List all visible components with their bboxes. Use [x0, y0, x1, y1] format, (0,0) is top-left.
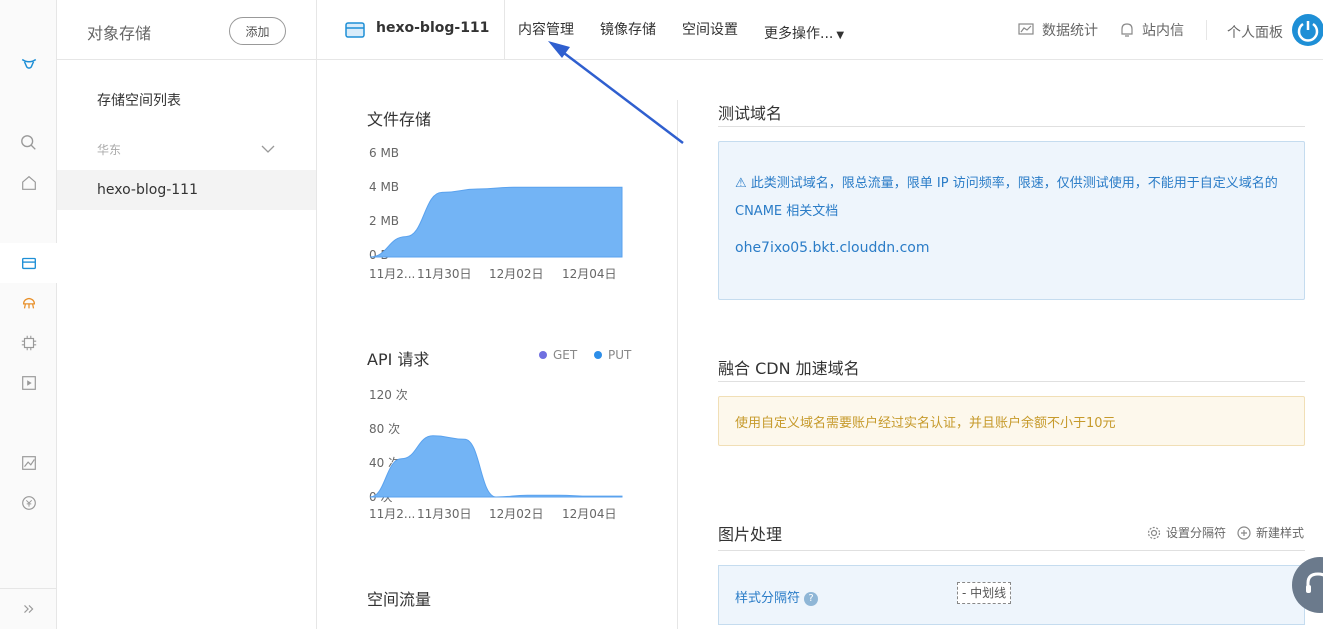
billing-icon[interactable]: [0, 483, 57, 523]
cdn-title: 融合 CDN 加速域名: [718, 359, 860, 378]
top-divider: [1206, 20, 1207, 40]
top-bar: hexo-blog-111 内容管理 镜像存储 空间设置 更多操作... ▼ 数据…: [317, 0, 1323, 60]
set-separator-button[interactable]: 设置分隔符: [1147, 524, 1226, 541]
image-processing-title: 图片处理: [718, 525, 783, 544]
charts-column: 文件存储 6 MB 4 MB 2 MB 0 B 11月2... 11月30日 1…: [317, 60, 677, 629]
storage-x-tick: 12月02日: [489, 267, 544, 281]
cdn-icon[interactable]: [0, 283, 57, 323]
storage-chart: [370, 186, 623, 258]
bucket-list-item[interactable]: hexo-blog-111: [57, 170, 316, 210]
home-icon[interactable]: [0, 163, 57, 203]
stats-link[interactable]: 数据统计: [1018, 20, 1098, 40]
storage-area-series-0: [370, 186, 623, 258]
notice-text: ⚠ 此类测试域名，限总流量，限单 IP 访问频率，限速，仅供测试使用，不能用于自…: [735, 170, 1290, 226]
expand-icon[interactable]: [0, 589, 57, 629]
new-style-label: 新建样式: [1256, 526, 1305, 540]
legend-put[interactable]: PUT: [594, 348, 631, 362]
api-area-series-GET: [370, 435, 623, 498]
chevron-down-icon[interactable]: [261, 142, 275, 156]
icon-rail: [0, 0, 57, 629]
separator-label: 样式分隔符?: [735, 587, 819, 606]
bucket-header: hexo-blog-111: [317, 0, 505, 60]
bell-icon: [1121, 23, 1133, 37]
power-icon: [1297, 21, 1319, 42]
bucket-name: hexo-blog-111: [376, 20, 490, 36]
gear-icon: [1147, 526, 1161, 539]
messages-label: 站内信: [1142, 23, 1184, 39]
api-x-tick: 12月02日: [489, 507, 544, 521]
add-bucket-button[interactable]: 添加: [229, 17, 286, 45]
panel-header: 对象存储 添加: [57, 0, 316, 60]
warning-icon: ⚠: [735, 176, 751, 191]
legend-put-label: PUT: [608, 348, 632, 362]
profile-label: 个人面板: [1227, 25, 1283, 41]
stats-label: 数据统计: [1042, 23, 1098, 39]
legend-get-dot: [539, 351, 547, 359]
api-x-tick: 11月30日: [417, 507, 472, 521]
cdn-warning: 使用自定义域名需要账户经过实名认证，并且账户余额不小于10元: [718, 396, 1305, 446]
legend-get-label: GET: [553, 348, 578, 362]
cdn-warning-text: 使用自定义域名需要账户经过实名认证，并且账户余额不小于10元: [735, 416, 1116, 431]
separator-label-text: 样式分隔符: [735, 591, 801, 606]
search-icon[interactable]: [0, 123, 57, 163]
new-style-button[interactable]: 新建样式: [1237, 524, 1304, 541]
storage-x-tick: 12月04日: [562, 267, 617, 281]
api-x-tick: 12月04日: [562, 507, 617, 521]
bucket-icon: [345, 22, 365, 38]
legend-put-dot: [594, 351, 602, 359]
question-icon[interactable]: ?: [804, 591, 819, 606]
profile-link[interactable]: 个人面板: [1227, 22, 1283, 42]
test-domain-value[interactable]: ohe7ixo05.bkt.clouddn.com: [735, 240, 930, 256]
storage-icon[interactable]: [0, 243, 57, 283]
logo-icon: [0, 44, 57, 84]
stats-icon: [1018, 23, 1034, 35]
headset-icon: [1306, 572, 1323, 593]
panel-title: 对象存储: [87, 24, 152, 43]
plus-circle-icon: [1237, 525, 1251, 540]
separator-row: 样式分隔符? - 中划线: [718, 565, 1305, 625]
messages-link[interactable]: 站内信: [1120, 20, 1184, 40]
caret-down-icon: ▼: [836, 30, 845, 41]
avatar[interactable]: [1292, 14, 1323, 46]
more-actions-label: 更多操作...: [764, 26, 834, 42]
storage-x-tick: 11月30日: [417, 267, 472, 281]
doc-link[interactable]: 相关文档: [786, 204, 838, 219]
nav-content-management[interactable]: 内容管理: [518, 19, 574, 39]
section-divider: [718, 126, 1305, 127]
test-domain-notice: ⚠ 此类测试域名，限总流量，限单 IP 访问频率，限速，仅供测试使用，不能用于自…: [718, 141, 1305, 300]
section-divider: [718, 381, 1305, 382]
section-divider: [718, 550, 1305, 551]
separator-tag[interactable]: - 中划线: [957, 582, 1012, 604]
traffic-title: 空间流量: [367, 590, 432, 609]
nav-more-actions[interactable]: 更多操作... ▼: [764, 23, 844, 43]
bucket-panel: 对象存储 添加 存储空间列表 华东 hexo-blog-111: [57, 0, 317, 629]
storage-x-tick: 11月2...: [369, 267, 416, 281]
set-separator-label: 设置分隔符: [1166, 526, 1227, 540]
nav-mirror-storage[interactable]: 镜像存储: [600, 19, 656, 39]
bucket-list-title[interactable]: 存储空间列表: [97, 90, 181, 110]
video-icon[interactable]: [0, 363, 57, 403]
chip-icon[interactable]: [0, 323, 57, 363]
api-x-tick: 11月2...: [369, 507, 416, 521]
legend-get[interactable]: GET: [539, 348, 577, 362]
storage-title: 文件存储: [367, 110, 432, 129]
test-domain-title: 测试域名: [718, 104, 783, 123]
api-title: API 请求: [367, 350, 430, 369]
api-chart: [370, 435, 623, 498]
region-label[interactable]: 华东: [97, 141, 121, 158]
chart-icon[interactable]: [0, 443, 57, 483]
column-divider: [677, 100, 678, 629]
nav-space-settings[interactable]: 空间设置: [682, 19, 738, 39]
